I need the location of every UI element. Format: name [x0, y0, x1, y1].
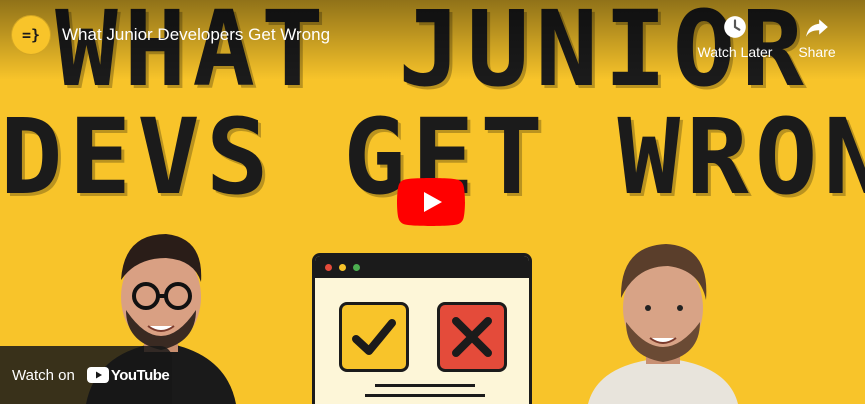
channel-avatar[interactable]: =} [11, 15, 51, 55]
browser-dot-red [325, 264, 332, 271]
watch-on-youtube-button[interactable]: Watch on YouTube [0, 346, 172, 404]
share-label: Share [798, 44, 836, 60]
watch-on-label: Watch on [12, 366, 75, 384]
checkmark-box [339, 302, 409, 372]
youtube-wordmark: YouTube [110, 366, 170, 384]
right-person-image [588, 244, 738, 404]
checkmark-icon [352, 319, 396, 355]
browser-dot-green [353, 264, 360, 271]
channel-logo: =} [21, 26, 41, 44]
watch-later-label: Watch Later [697, 44, 773, 60]
play-button[interactable] [397, 178, 465, 226]
play-icon [397, 178, 465, 226]
share-button[interactable]: Share [777, 14, 857, 60]
browser-titlebar [315, 256, 529, 278]
youtube-embed-player[interactable]: WHAT JUNIOR DEVS GET WRONG [0, 0, 865, 404]
share-arrow-icon [777, 14, 857, 40]
browser-illustration [312, 253, 532, 404]
browser-text-line [365, 394, 485, 397]
youtube-logo: YouTube [86, 366, 170, 384]
x-mark-icon [452, 317, 492, 357]
clock-icon [695, 14, 775, 40]
browser-dot-yellow [339, 264, 346, 271]
video-title-link[interactable]: What Junior Developers Get Wrong [62, 25, 330, 45]
youtube-logo-icon [86, 367, 109, 383]
x-mark-box [437, 302, 507, 372]
browser-text-line [375, 384, 475, 387]
watch-later-button[interactable]: Watch Later [695, 14, 775, 60]
